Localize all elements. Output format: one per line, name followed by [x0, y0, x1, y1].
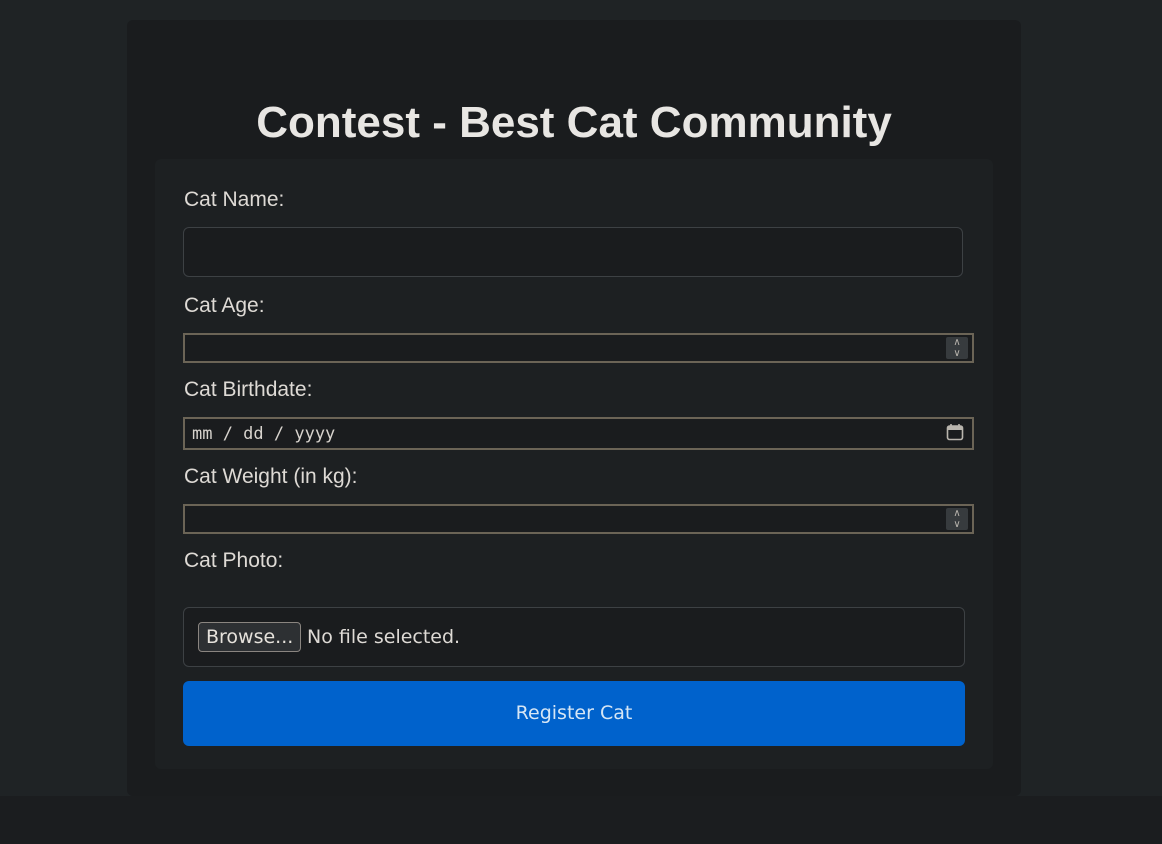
cat-birthdate-input[interactable]: mm / dd / yyyy — [183, 417, 974, 450]
spinner-icon[interactable]: ∧ ∨ — [946, 337, 968, 359]
cat-name-input[interactable] — [183, 227, 963, 277]
cat-name-label: Cat Name: — [184, 188, 285, 211]
birthdate-placeholder: mm / dd / yyyy — [192, 424, 336, 444]
cat-birthdate-label: Cat Birthdate: — [184, 378, 313, 401]
cat-photo-label: Cat Photo: — [184, 549, 284, 572]
cat-weight-label: Cat Weight (in kg): — [184, 465, 358, 488]
cat-age-input[interactable]: ∧ ∨ — [183, 333, 974, 363]
page-title: Contest - Best Cat Community — [256, 98, 892, 147]
calendar-icon[interactable] — [946, 423, 964, 441]
spinner-icon[interactable]: ∧ ∨ — [946, 508, 968, 530]
browse-button[interactable]: Browse... — [198, 622, 302, 652]
main-container: Contest - Best Cat Community Cat Name: C… — [127, 20, 1021, 796]
file-status: No file selected. — [307, 626, 461, 648]
cat-photo-input[interactable]: Browse... No file selected. — [183, 607, 965, 667]
register-cat-button[interactable]: Register Cat — [183, 681, 965, 746]
cat-age-label: Cat Age: — [184, 294, 265, 317]
cat-weight-input[interactable]: ∧ ∨ — [183, 504, 974, 534]
registration-form: Cat Name: Cat Age: ∧ ∨ Cat Birthdate: mm … — [155, 159, 993, 769]
